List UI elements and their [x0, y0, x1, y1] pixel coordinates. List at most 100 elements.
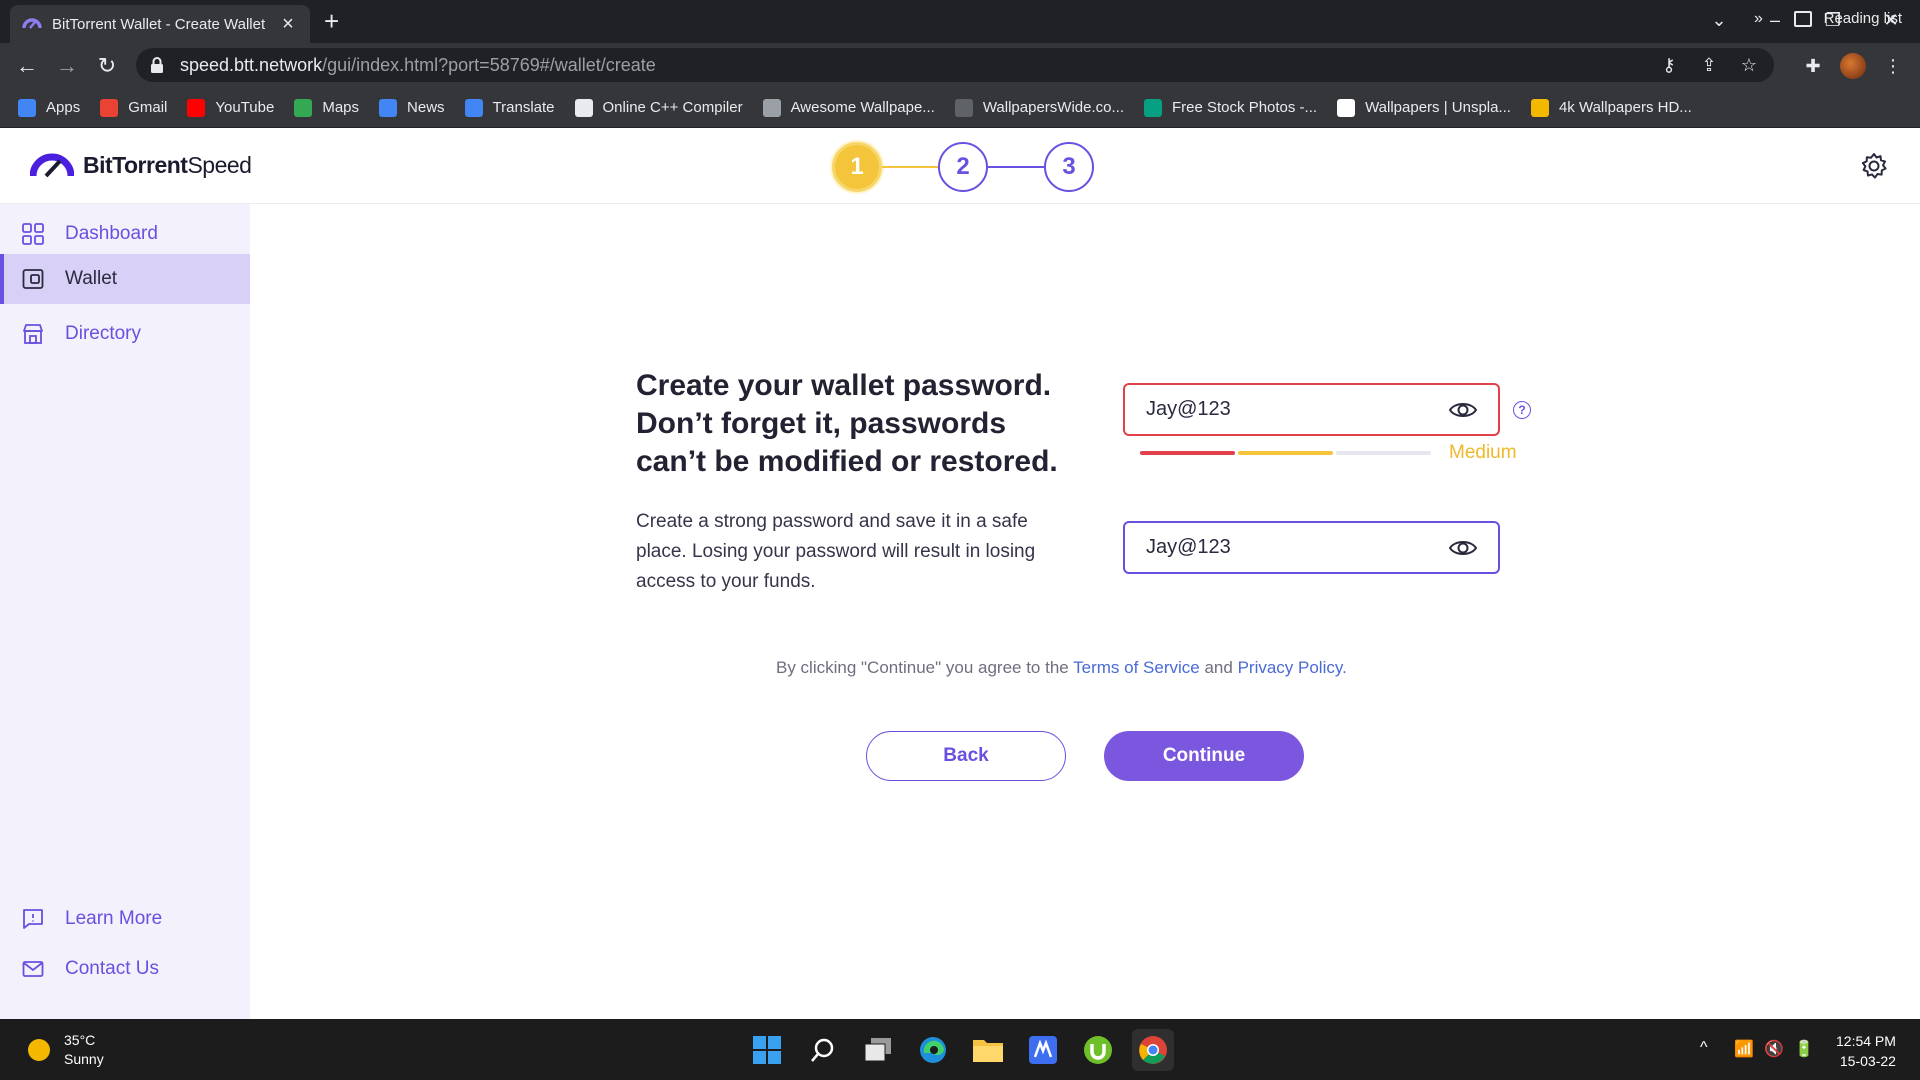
app-header: BitTorrent Speed 1 2 3 [0, 128, 1920, 204]
bookmark-label: Awesome Wallpape... [790, 99, 935, 116]
start-button[interactable] [746, 1029, 788, 1071]
bittorrent-speed-logo[interactable]: BitTorrent Speed [30, 150, 252, 180]
browser-tab[interactable]: BitTorrent Wallet - Create Wallet × [10, 5, 310, 43]
bookmark-item[interactable]: Gmail [100, 98, 168, 117]
mail-icon [22, 961, 44, 977]
page-title: Create your wallet password. Don’t forge… [636, 369, 1058, 478]
url-host: speed.btt.network [180, 54, 323, 75]
reading-list-button[interactable]: Reading list [1793, 10, 1902, 27]
bookmark-label: Online C++ Compiler [602, 99, 743, 116]
chrome-menu-icon[interactable]: ⋮ [1880, 53, 1906, 79]
step-connector [988, 166, 1044, 168]
confirm-password-value: Jay@123 [1146, 536, 1231, 558]
weather-widget[interactable]: 35°C Sunny [28, 1031, 104, 1069]
bookmark-label: Wallpapers | Unspla... [1365, 99, 1511, 116]
temperature: 35°C [64, 1032, 96, 1048]
browser-tab-bar: BitTorrent Wallet - Create Wallet × + ⌄ … [0, 0, 1920, 43]
speedometer-logo-icon [30, 153, 74, 178]
password-input[interactable]: Jay@123 [1123, 383, 1500, 436]
strength-label: Medium [1449, 442, 1517, 463]
bookmark-star-icon[interactable]: ☆ [1738, 54, 1760, 76]
step-2: 2 [938, 142, 988, 192]
bookmark-item[interactable]: Free Stock Photos -... [1144, 98, 1317, 117]
volume-muted-icon[interactable]: 🔇 [1764, 1039, 1784, 1059]
eye-icon[interactable] [1448, 399, 1478, 421]
terms-of-service-link[interactable]: Terms of Service [1073, 658, 1200, 677]
confirm-password-input[interactable]: Jay@123 [1123, 521, 1500, 574]
bookmarks-overflow-icon[interactable]: » [1754, 10, 1763, 28]
bookmark-label: Translate [492, 99, 555, 116]
new-tab-button[interactable]: + [324, 8, 339, 34]
tab-search-chevron-icon[interactable]: ⌄ [1690, 0, 1748, 40]
wifi-icon[interactable]: 📶 [1734, 1039, 1754, 1059]
sidebar: Dashboard Wallet Directory Learn More Co… [0, 204, 250, 1019]
search-icon [811, 1038, 834, 1062]
extensions-puzzle-icon[interactable]: ✚ [1800, 53, 1826, 79]
agree-and: and [1199, 658, 1238, 677]
strength-bar-strong [1336, 451, 1431, 455]
share-icon[interactable]: ⇪ [1698, 54, 1720, 76]
profile-avatar[interactable] [1840, 53, 1866, 79]
sidebar-item-directory[interactable]: Directory [0, 309, 250, 359]
key-icon[interactable]: ⚷ [1658, 54, 1680, 76]
help-question-icon[interactable]: ? [1513, 401, 1531, 419]
bookmark-item[interactable]: News [379, 98, 445, 117]
back-button[interactable]: Back [866, 731, 1066, 781]
sidebar-item-learn-more[interactable]: Learn More [0, 894, 250, 944]
password-value: Jay@123 [1146, 398, 1231, 420]
stock-photos-icon [1144, 98, 1162, 117]
sidebar-item-label: Wallet [65, 268, 118, 289]
tab-title: BitTorrent Wallet - Create Wallet [52, 15, 266, 33]
settings-gear-icon[interactable] [1860, 152, 1888, 180]
sidebar-item-wallet[interactable]: Wallet [0, 254, 250, 304]
system-clock[interactable]: 12:54 PM 15-03-22 [1836, 1031, 1896, 1071]
bookmark-item[interactable]: Apps [18, 98, 81, 117]
bookmark-item[interactable]: Awesome Wallpape... [762, 98, 935, 117]
bittorrent-favicon-icon [22, 18, 42, 29]
show-hidden-icons-chevron[interactable]: ^ [1700, 1039, 1708, 1057]
bookmark-item[interactable]: Wallpapers | Unspla... [1337, 98, 1511, 117]
privacy-policy-link[interactable]: Privacy Policy [1238, 658, 1343, 677]
mathway-app[interactable] [1022, 1029, 1064, 1071]
battery-icon[interactable]: 🔋 [1794, 1039, 1814, 1059]
sidebar-item-contact-us[interactable]: Contact Us [0, 944, 250, 994]
youtube-icon [187, 98, 206, 117]
file-explorer-app[interactable] [967, 1029, 1009, 1071]
bookmark-item[interactable]: Maps [294, 98, 359, 117]
task-view-button[interactable] [857, 1029, 899, 1071]
chrome-app[interactable] [1132, 1029, 1174, 1071]
edge-browser-app[interactable] [912, 1029, 954, 1071]
utorrent-app[interactable] [1077, 1029, 1119, 1071]
step-connector [882, 166, 938, 168]
terms-agreement: By clicking "Continue" you agree to the … [776, 658, 1347, 678]
maps-icon [294, 98, 313, 117]
bookmark-item[interactable]: Translate [464, 98, 555, 117]
reading-list-icon [1793, 10, 1812, 27]
sidebar-item-dashboard[interactable]: Dashboard [0, 209, 250, 259]
bookmark-label: Apps [46, 99, 81, 116]
bookmarks-bar: Apps Gmail YouTube Maps News Translate Online … [0, 88, 1920, 128]
forward-arrow-icon[interactable]: → [52, 51, 82, 81]
lock-icon [151, 57, 163, 73]
wallet-stepper: 1 2 3 [832, 142, 1094, 192]
4k-wallpapers-icon [1530, 98, 1549, 117]
bookmark-label: Gmail [128, 99, 168, 116]
back-arrow-icon[interactable]: ← [12, 51, 42, 81]
search-button[interactable] [802, 1029, 844, 1071]
step-1: 1 [832, 142, 882, 192]
bookmark-item[interactable]: Online C++ Compiler [574, 98, 743, 117]
weather-condition: Sunny [64, 1051, 104, 1067]
bookmark-item[interactable]: YouTube [187, 98, 274, 117]
tab-close-icon[interactable]: × [278, 13, 298, 36]
reload-icon[interactable]: ↻ [92, 51, 122, 81]
learn-more-icon [23, 909, 43, 929]
continue-button[interactable]: Continue [1104, 731, 1304, 781]
address-bar[interactable]: speed.btt.network/gui/index.html?port=58… [136, 48, 1774, 82]
eye-icon[interactable] [1448, 537, 1478, 559]
bookmark-item[interactable]: 4k Wallpapers HD... [1530, 98, 1692, 117]
bookmark-label: WallpapersWide.co... [982, 99, 1124, 116]
sidebar-item-label: Directory [65, 323, 142, 344]
app-tile-icon [1029, 1036, 1057, 1064]
chrome-icon [1139, 1036, 1167, 1064]
bookmark-item[interactable]: WallpapersWide.co... [954, 98, 1124, 117]
